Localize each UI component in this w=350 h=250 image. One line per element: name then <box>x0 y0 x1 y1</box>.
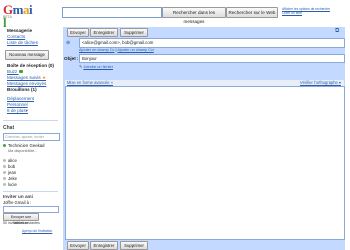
label-travel[interactable]: Déplacement <box>7 96 34 101</box>
chat-self: Technicien Geekad <box>3 143 45 148</box>
delete-button-top[interactable]: Supprimer <box>120 28 148 37</box>
compose-panel: Envoyer Enregistrer Supprimer ⧉ ⊕ <alice… <box>63 27 345 250</box>
attach-file-link[interactable]: Joindre un fichier <box>83 64 113 69</box>
invite-subtitle: Joffre Gmail à : <box>3 200 32 205</box>
chat-contact[interactable]: jean <box>3 170 16 175</box>
chat-contact-name: jean <box>8 170 17 175</box>
delete-button-bottom[interactable]: Supprimer <box>120 241 148 250</box>
send-button-bottom[interactable]: Envoyer <box>67 241 89 250</box>
chat-search-input[interactable]: Chercher, ajouter, inviter <box>3 133 60 141</box>
status-dot-icon <box>3 144 6 148</box>
offline-dot-icon <box>3 165 6 169</box>
offline-dot-icon <box>3 159 6 163</box>
offline-dot-icon <box>3 171 6 175</box>
search-input[interactable] <box>62 7 162 18</box>
more-labels-link[interactable]: 6 de plus▾ <box>7 108 28 113</box>
gmail-logo[interactable]: Gmail BETA <box>3 3 33 29</box>
to-field[interactable]: <alice@gmail.com>, bob@gmail.com <box>79 38 345 48</box>
invite-preview-link[interactable]: Aperçu de l'invitation <box>22 229 52 233</box>
add-bcc-link[interactable]: Ajouter un champ Cci <box>117 48 153 52</box>
subject-label: Objet : <box>64 56 79 61</box>
folder-buzz[interactable]: Buzz <box>7 69 23 74</box>
invite-title: Inviter un ami <box>3 194 33 199</box>
message-body[interactable] <box>65 86 345 240</box>
paperclip-icon: ✎ <box>79 64 83 69</box>
search-mail-button[interactable]: Rechercher dans les messages <box>162 7 226 24</box>
popout-icon[interactable]: ⧉ <box>335 28 339 35</box>
chat-contact[interactable]: bob <box>3 164 15 169</box>
cc-links: Ajouter un champ Cc | Ajouter un champ C… <box>79 48 154 52</box>
chat-title: Chat <box>3 125 15 131</box>
subject-field[interactable]: Bonjour <box>79 54 345 63</box>
chat-contact-name: lucie <box>8 182 17 187</box>
offline-dot-icon <box>3 183 6 187</box>
divider <box>3 191 58 192</box>
chat-self-name: Technicien Geekad <box>8 143 45 148</box>
folder-inbox[interactable]: Boîte de réception (0) <box>7 63 54 68</box>
to-label-icon[interactable]: ⊕ <box>66 40 70 46</box>
invite-count: 50 invitations restantes <box>3 221 40 225</box>
send-invite-button[interactable]: Envoyer une invitation <box>3 213 39 225</box>
chat-contact[interactable]: Jeke <box>3 176 17 181</box>
folder-starred-label: Messages suivis <box>7 75 42 80</box>
save-button-bottom[interactable]: Enregistrer <box>90 241 118 250</box>
chat-contact-name: bob <box>8 164 16 169</box>
compose-button[interactable]: Nouveau message <box>5 50 49 60</box>
chat-contact-name: Jeke <box>8 176 18 181</box>
chat-status-dropdown[interactable]: Ma disponibilité... <box>8 149 37 153</box>
invite-email-input[interactable] <box>3 206 59 213</box>
chat-contact[interactable]: alice <box>3 158 17 163</box>
nav-mail[interactable]: Messagerie <box>7 28 32 33</box>
nav-contacts[interactable]: Contacts <box>7 34 25 39</box>
buzz-icon <box>18 70 23 74</box>
nav-tasks[interactable]: Liste de tâches <box>7 40 38 45</box>
save-button-top[interactable]: Enregistrer <box>90 28 118 37</box>
chat-contact[interactable]: lucie <box>3 182 17 187</box>
logo-subtext: BETA <box>3 15 12 19</box>
add-cc-link[interactable]: Ajouter un champ Cc <box>79 48 114 52</box>
folder-drafts[interactable]: Brouillons (1) <box>7 87 37 92</box>
divider <box>3 120 58 121</box>
folder-sent[interactable]: Messages envoyés <box>7 81 46 86</box>
chat-contact-name: alice <box>8 158 17 163</box>
attach-row[interactable]: ✎ Joindre un fichier <box>79 64 113 69</box>
left-sidebar: Messagerie Contacts Liste de tâches Nouv… <box>0 27 60 250</box>
label-personal[interactable]: Personnel <box>7 102 28 107</box>
folder-buzz-label: Buzz <box>7 69 19 74</box>
create-filter-link[interactable]: Créer un filtre <box>282 11 302 15</box>
offline-dot-icon <box>3 177 6 181</box>
search-web-button[interactable]: Rechercher sur le Web <box>226 7 278 18</box>
folder-starred[interactable]: Messages suivis ★ <box>7 75 46 80</box>
send-button-top[interactable]: Envoyer <box>67 28 89 37</box>
star-icon: ★ <box>41 75 47 80</box>
